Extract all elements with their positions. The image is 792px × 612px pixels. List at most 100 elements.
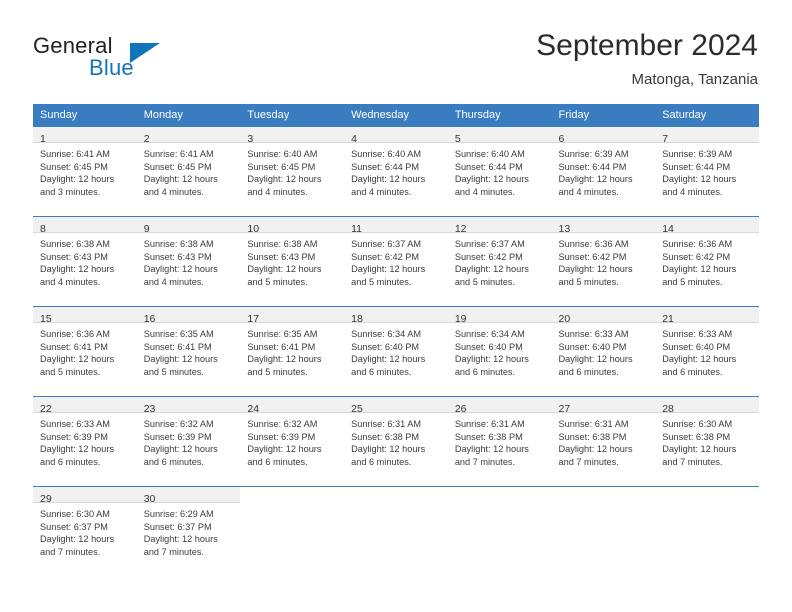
sunrise-text: Sunrise: 6:33 AM (40, 419, 110, 429)
sunset-text: Sunset: 6:39 PM (143, 431, 212, 442)
day-number: 8 (40, 223, 46, 235)
calendar-day-cell[interactable]: 19 Sunrise: 6:34 AM Sunset: 6:40 PM Dayl… (447, 306, 552, 397)
day-details: Sunrise: 6:41 AM Sunset: 6:45 PM Dayligh… (33, 143, 137, 198)
day-number: 2 (143, 133, 150, 145)
calendar-day-cell[interactable]: 24 Sunrise: 6:32 AM Sunset: 6:39 PM Dayl… (240, 396, 345, 487)
calendar-day-cell[interactable]: 16 Sunrise: 6:35 AM Sunset: 6:41 PM Dayl… (136, 306, 241, 397)
day-number: 6 (558, 133, 565, 145)
sunset-text: Sunset: 6:38 PM (454, 431, 523, 442)
calendar-page: General Blue September 2024 Matonga, Tan… (0, 0, 792, 612)
daylight-text-line2: and 4 minutes. (662, 186, 723, 197)
sunrise-text: Sunrise: 6:36 AM (40, 329, 110, 339)
calendar-day-cell[interactable]: 4 Sunrise: 6:40 AM Sunset: 6:44 PM Dayli… (344, 126, 448, 217)
sunrise-text: Sunrise: 6:40 AM (351, 149, 422, 159)
day-number-band: 20 (551, 307, 656, 325)
daylight-text-line2: and 4 minutes. (143, 186, 204, 197)
calendar-day-cell[interactable]: 26 Sunrise: 6:31 AM Sunset: 6:38 PM Dayl… (447, 396, 552, 487)
calendar-day-cell[interactable]: 2 Sunrise: 6:41 AM Sunset: 6:45 PM Dayli… (136, 126, 241, 217)
calendar-day-cell[interactable]: 5 Sunrise: 6:40 AM Sunset: 6:44 PM Dayli… (447, 126, 552, 217)
calendar-day-cell[interactable]: 22 Sunrise: 6:33 AM Sunset: 6:39 PM Dayl… (33, 396, 137, 487)
sunrise-text: Sunrise: 6:35 AM (143, 329, 214, 339)
daylight-text-line1: Daylight: 12 hours (454, 444, 529, 455)
daylight-text-line2: and 6 minutes. (351, 456, 412, 467)
calendar-day-cell[interactable]: 21 Sunrise: 6:33 AM Sunset: 6:40 PM Dayl… (655, 306, 759, 397)
day-number-band: 15 (33, 307, 137, 325)
daylight-text-line2: and 7 minutes. (662, 456, 723, 467)
weekday-header-tuesday: Tuesday (240, 104, 345, 127)
day-number-band: 10 (240, 217, 345, 235)
calendar-day-cell[interactable]: 13 Sunrise: 6:36 AM Sunset: 6:42 PM Dayl… (551, 216, 656, 307)
weekday-header-thursday: Thursday (447, 104, 552, 127)
sunrise-text: Sunrise: 6:40 AM (247, 149, 318, 159)
day-number: 23 (143, 403, 156, 415)
calendar-day-cell[interactable]: 27 Sunrise: 6:31 AM Sunset: 6:38 PM Dayl… (551, 396, 656, 487)
calendar-day-cell[interactable]: 30 Sunrise: 6:29 AM Sunset: 6:37 PM Dayl… (136, 486, 241, 576)
day-number-band: 30 (136, 487, 241, 505)
calendar-day-cell[interactable]: 28 Sunrise: 6:30 AM Sunset: 6:38 PM Dayl… (655, 396, 759, 487)
calendar-day-cell-empty (344, 486, 448, 576)
sunrise-text: Sunrise: 6:31 AM (351, 419, 422, 429)
calendar-body: 1 Sunrise: 6:41 AM Sunset: 6:45 PM Dayli… (33, 126, 759, 576)
daylight-text-line2: and 5 minutes. (351, 276, 412, 287)
sunrise-text: Sunrise: 6:38 AM (247, 239, 318, 249)
calendar-day-cell[interactable]: 11 Sunrise: 6:37 AM Sunset: 6:42 PM Dayl… (344, 216, 448, 307)
calendar-day-cell[interactable]: 23 Sunrise: 6:32 AM Sunset: 6:39 PM Dayl… (136, 396, 241, 487)
sunset-text: Sunset: 6:44 PM (351, 161, 420, 172)
sunrise-text: Sunrise: 6:29 AM (143, 509, 214, 519)
calendar-day-cell[interactable]: 15 Sunrise: 6:36 AM Sunset: 6:41 PM Dayl… (33, 306, 137, 397)
day-number: 21 (662, 313, 674, 325)
weekday-header-monday: Monday (136, 104, 241, 127)
calendar-day-cell[interactable]: 14 Sunrise: 6:36 AM Sunset: 6:42 PM Dayl… (655, 216, 759, 307)
calendar-day-cell[interactable]: 10 Sunrise: 6:38 AM Sunset: 6:43 PM Dayl… (240, 216, 345, 307)
day-number-band: 14 (655, 217, 759, 235)
day-number-band (240, 487, 345, 503)
calendar-day-cell[interactable]: 9 Sunrise: 6:38 AM Sunset: 6:43 PM Dayli… (136, 216, 241, 307)
calendar-day-cell[interactable]: 8 Sunrise: 6:38 AM Sunset: 6:43 PM Dayli… (33, 216, 137, 307)
daylight-text-line1: Daylight: 12 hours (143, 354, 218, 365)
calendar-day-cell[interactable]: 29 Sunrise: 6:30 AM Sunset: 6:37 PM Dayl… (33, 486, 137, 576)
sunrise-text: Sunrise: 6:31 AM (558, 419, 629, 429)
daylight-text-line1: Daylight: 12 hours (662, 444, 737, 455)
calendar-day-cell[interactable]: 1 Sunrise: 6:41 AM Sunset: 6:45 PM Dayli… (33, 126, 137, 217)
day-details: Sunrise: 6:34 AM Sunset: 6:40 PM Dayligh… (344, 323, 448, 378)
day-number-band: 24 (240, 397, 345, 415)
daylight-text-line1: Daylight: 12 hours (143, 444, 218, 455)
calendar-day-cell[interactable]: 7 Sunrise: 6:39 AM Sunset: 6:44 PM Dayli… (655, 126, 759, 217)
daylight-text-line1: Daylight: 12 hours (662, 354, 737, 365)
sunset-text: Sunset: 6:42 PM (662, 251, 731, 262)
day-number: 24 (247, 403, 260, 415)
daylight-text-line1: Daylight: 12 hours (143, 534, 218, 545)
sunset-text: Sunset: 6:41 PM (143, 341, 212, 352)
day-number: 7 (662, 133, 669, 145)
daylight-text-line2: and 4 minutes. (558, 186, 619, 197)
calendar-day-cell[interactable]: 17 Sunrise: 6:35 AM Sunset: 6:41 PM Dayl… (240, 306, 345, 397)
sunset-text: Sunset: 6:38 PM (662, 431, 731, 442)
calendar-day-cell-empty (240, 486, 345, 576)
day-details: Sunrise: 6:33 AM Sunset: 6:39 PM Dayligh… (33, 413, 137, 468)
daylight-text-line2: and 5 minutes. (662, 276, 723, 287)
day-details: Sunrise: 6:33 AM Sunset: 6:40 PM Dayligh… (552, 323, 656, 378)
daylight-text-line2: and 7 minutes. (40, 546, 101, 557)
day-number-band: 13 (551, 217, 656, 235)
day-number-band: 29 (33, 487, 137, 505)
daylight-text-line2: and 6 minutes. (662, 366, 723, 377)
calendar-day-cell[interactable]: 20 Sunrise: 6:33 AM Sunset: 6:40 PM Dayl… (551, 306, 656, 397)
daylight-text-line2: and 5 minutes. (143, 366, 204, 377)
day-details: Sunrise: 6:36 AM Sunset: 6:42 PM Dayligh… (655, 233, 759, 288)
daylight-text-line2: and 5 minutes. (247, 366, 308, 377)
day-details: Sunrise: 6:33 AM Sunset: 6:40 PM Dayligh… (655, 323, 759, 378)
calendar-day-cell[interactable]: 25 Sunrise: 6:31 AM Sunset: 6:38 PM Dayl… (344, 396, 448, 487)
day-number-band (447, 487, 552, 503)
day-number-band: 2 (136, 127, 241, 145)
calendar-day-cell[interactable]: 12 Sunrise: 6:37 AM Sunset: 6:42 PM Dayl… (447, 216, 552, 307)
day-number: 11 (351, 223, 363, 235)
calendar-day-cell[interactable]: 3 Sunrise: 6:40 AM Sunset: 6:45 PM Dayli… (240, 126, 345, 217)
calendar-day-cell[interactable]: 6 Sunrise: 6:39 AM Sunset: 6:44 PM Dayli… (551, 126, 656, 217)
sunrise-text: Sunrise: 6:39 AM (662, 149, 733, 159)
day-number-band: 12 (447, 217, 552, 235)
day-details: Sunrise: 6:37 AM Sunset: 6:42 PM Dayligh… (448, 233, 552, 288)
weekday-header-friday: Friday (551, 104, 656, 127)
general-blue-logo[interactable]: General Blue (33, 33, 263, 85)
day-details: Sunrise: 6:29 AM Sunset: 6:37 PM Dayligh… (137, 503, 241, 558)
calendar-day-cell[interactable]: 18 Sunrise: 6:34 AM Sunset: 6:40 PM Dayl… (344, 306, 448, 397)
